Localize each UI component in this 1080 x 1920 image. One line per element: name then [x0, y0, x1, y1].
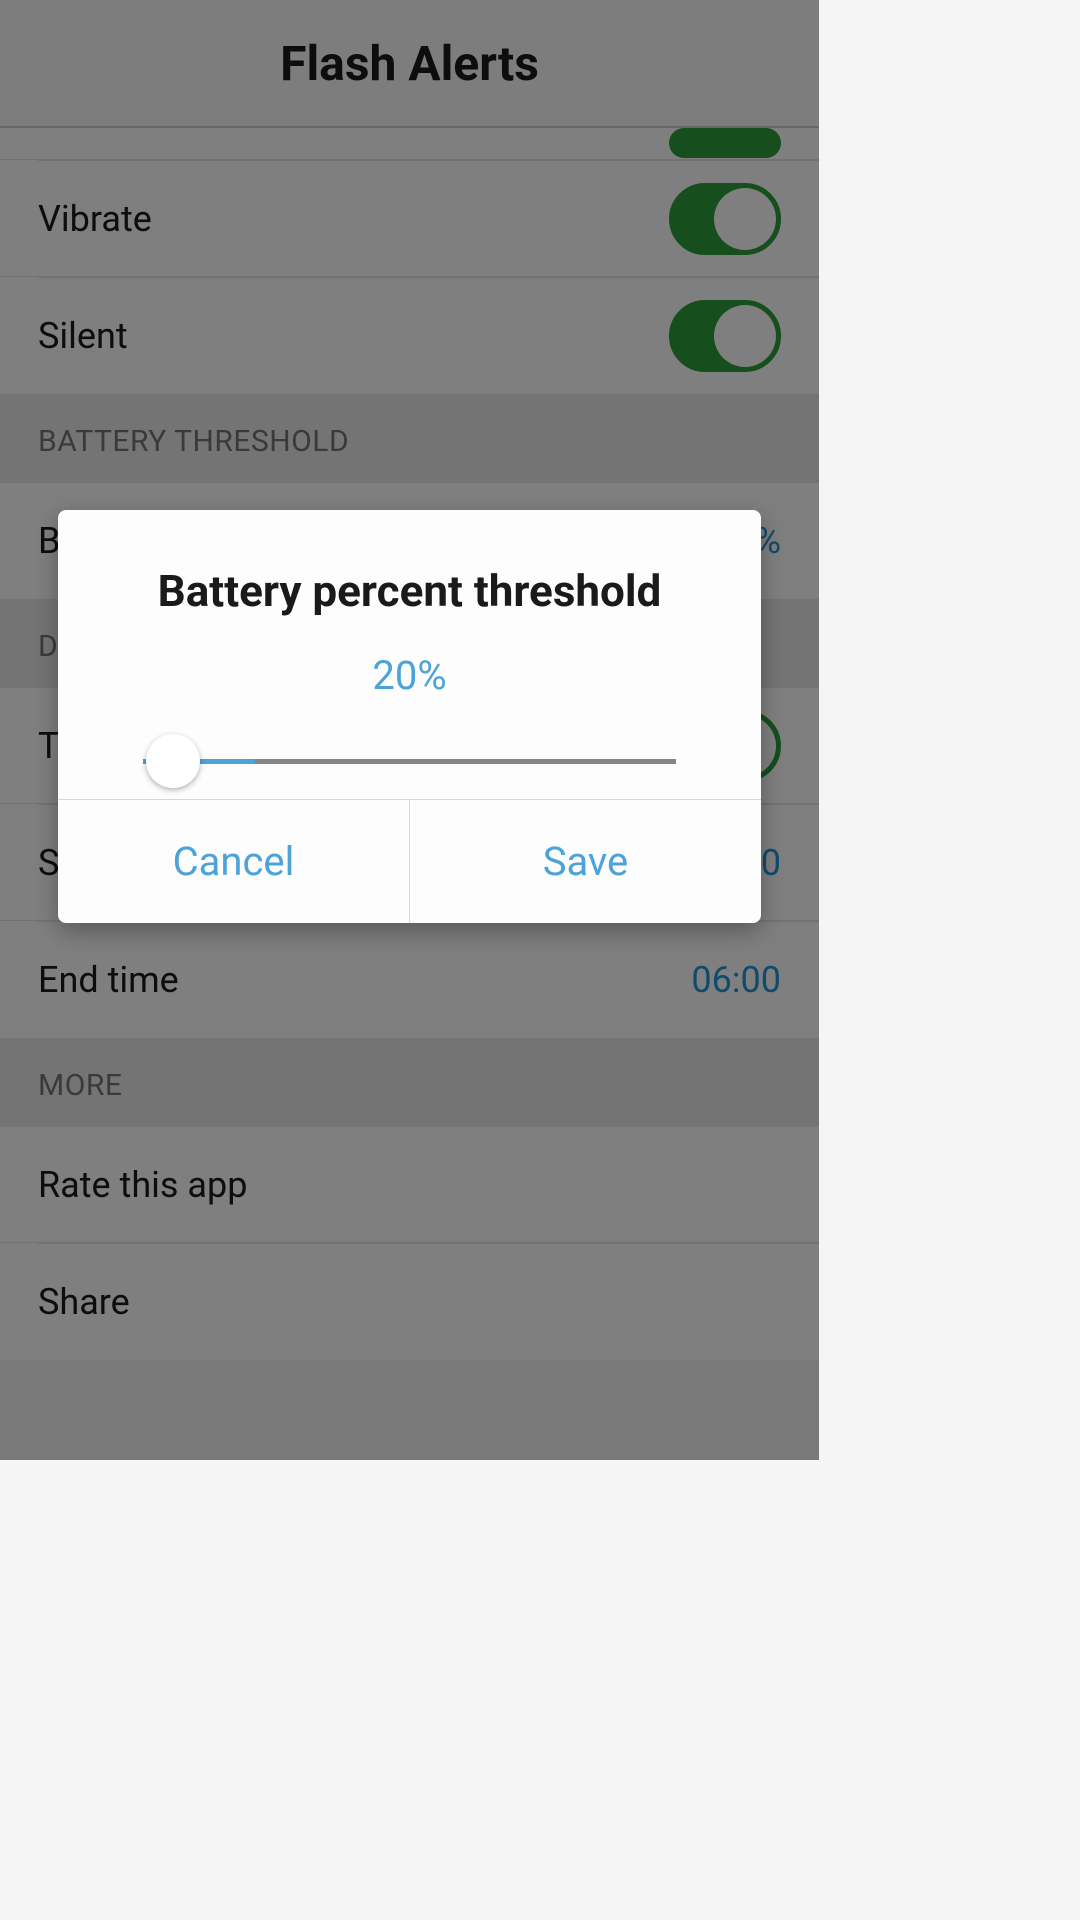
save-button[interactable]: Save: [410, 800, 761, 923]
threshold-slider[interactable]: [58, 729, 761, 799]
slider-thumb[interactable]: [146, 734, 200, 788]
battery-threshold-dialog: Battery percent threshold 20% Cancel Sav…: [58, 510, 761, 923]
dialog-actions: Cancel Save: [58, 799, 761, 923]
dialog-percent-value: 20%: [58, 647, 761, 729]
dialog-title: Battery percent threshold: [58, 510, 761, 647]
cancel-button[interactable]: Cancel: [58, 800, 410, 923]
